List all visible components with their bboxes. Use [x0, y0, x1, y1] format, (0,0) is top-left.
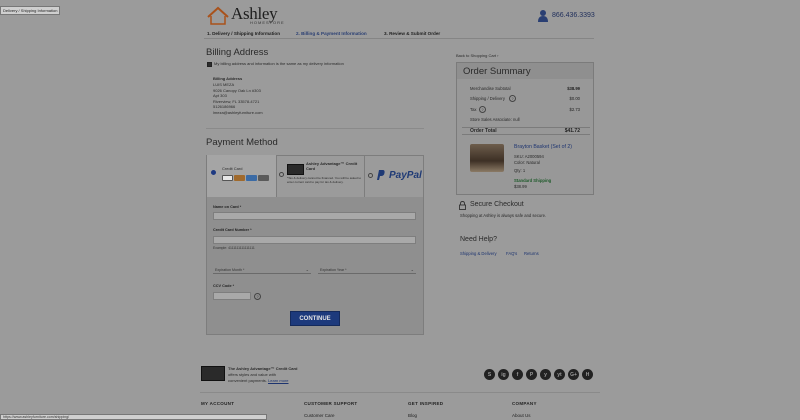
- instagram-icon[interactable]: ig: [498, 369, 509, 380]
- cvv-label: CCV Code *: [213, 284, 235, 288]
- paypal-icon: [377, 170, 385, 180]
- secure-checkout-title: Secure Checkout: [470, 201, 524, 208]
- google-plus-icon[interactable]: G+: [568, 369, 579, 380]
- expiration-year-value: Expiration Year *: [320, 268, 347, 272]
- order-total-value: $41.72: [564, 128, 580, 134]
- card-number-input[interactable]: [213, 236, 416, 244]
- tax-value: $2.73: [569, 107, 580, 112]
- name-on-card-label: Name on Card *: [213, 205, 242, 209]
- order-total-label: Order Total: [470, 128, 497, 134]
- billing-line: lmeza@ashleyfurniture.com: [213, 109, 263, 115]
- subtotal-label: Merchandise Subtotal: [470, 86, 511, 91]
- status-bar-url: https://www.ashleyfurniture.com/shipping…: [0, 414, 267, 420]
- steps-divider: [204, 38, 594, 39]
- sales-associate: Store Sales Associate: null: [470, 117, 520, 122]
- learn-more-link[interactable]: Learn more: [268, 378, 288, 383]
- paypal-label: PayPal: [389, 170, 422, 181]
- footer-col-inspired: GET INSPIRED: [408, 401, 444, 406]
- product-shipping: Standard Shipping: [514, 178, 552, 183]
- footer-link-blog[interactable]: Blog: [408, 413, 417, 418]
- product-price: $38.99: [514, 184, 527, 189]
- phone-number[interactable]: 866.436.3393: [552, 12, 595, 19]
- same-as-delivery-checkbox[interactable]: [207, 62, 212, 67]
- chevron-down-icon: ⌄: [305, 267, 309, 272]
- ashley-card-radio[interactable]: [279, 172, 284, 177]
- subtotal-value: $38.99: [567, 86, 580, 91]
- discover-icon: [258, 175, 269, 181]
- footer-link-customer-care[interactable]: Customer Care: [304, 413, 335, 418]
- question-icon[interactable]: ?: [509, 95, 516, 102]
- ashley-card-title: Ashley Advantage™ Credit Card: [306, 161, 358, 171]
- continue-button[interactable]: CONTINUE: [290, 311, 340, 326]
- page-tooltip: Delivery / Shipping Information: [0, 6, 61, 15]
- order-summary-title: Order Summary: [463, 66, 531, 77]
- same-as-delivery-label: My billing address and information is th…: [214, 61, 344, 66]
- question-icon[interactable]: ?: [254, 293, 261, 300]
- houzz-icon[interactable]: H: [582, 369, 593, 380]
- footer-col-company: COMPANY: [512, 401, 537, 406]
- billing-line: 9026 Canopy Oak Ln #303: [213, 87, 261, 93]
- payment-title: Payment Method: [206, 137, 278, 148]
- product-color: Color: Natural: [514, 160, 540, 165]
- help-link-returns[interactable]: Returns: [524, 251, 539, 256]
- product-name[interactable]: Brayton Basket (Set of 2): [514, 144, 572, 150]
- youtube-icon[interactable]: yt: [554, 369, 565, 380]
- lock-icon: [459, 201, 466, 210]
- cvv-input[interactable]: [213, 292, 251, 300]
- expiration-year-select[interactable]: Expiration Year * ⌄: [318, 266, 416, 274]
- billing-divider: [206, 128, 424, 129]
- expiration-month-value: Expiration Month *: [215, 268, 245, 272]
- footer-card-text: offers styles and value with: [228, 372, 276, 377]
- ashley-card-note: *Tax & delivery cannot be financed. You …: [287, 176, 362, 184]
- facebook-icon[interactable]: f: [512, 369, 523, 380]
- paypal-radio[interactable]: [368, 173, 373, 178]
- card-number-example: Example: 4111111111111111: [213, 246, 255, 250]
- tax-label: Tax: [470, 107, 477, 112]
- product-sku: SKU: A2000594: [514, 154, 544, 159]
- pinterest-icon[interactable]: P: [526, 369, 537, 380]
- shipping-value: $0.00: [569, 96, 580, 101]
- footer-divider: [200, 392, 600, 393]
- help-link-shipping[interactable]: Shipping & Delivery: [460, 251, 497, 256]
- billing-title: Billing Address: [206, 47, 269, 58]
- snapchat-icon[interactable]: S: [484, 369, 495, 380]
- ashley-card-icon: [287, 164, 304, 175]
- expiration-month-select[interactable]: Expiration Month * ⌄: [213, 266, 311, 274]
- billing-address-heading: Billing Address: [213, 76, 243, 81]
- name-on-card-input[interactable]: [213, 212, 416, 220]
- visa-icon: [222, 175, 233, 181]
- credit-card-label: Credit Card: [222, 166, 243, 171]
- billing-line: 5126186966: [213, 104, 236, 109]
- product-qty: Qty: 1: [514, 168, 526, 173]
- footer-card-title: The Ashley Advantage™ Credit Card: [228, 366, 298, 371]
- chevron-down-icon: ⌄: [410, 267, 414, 272]
- product-image[interactable]: [470, 144, 504, 172]
- help-link-faq[interactable]: FAQ's: [506, 251, 517, 256]
- need-help-title: Need Help?: [460, 236, 497, 243]
- step-review: 3. Review & Submit Order: [384, 31, 441, 36]
- step-billing: 2. Billing & Payment Information: [296, 31, 367, 36]
- footer-col-support: CUSTOMER SUPPORT: [304, 401, 358, 406]
- step-delivery[interactable]: 1. Delivery / Shipping Information: [207, 31, 280, 36]
- credit-card-radio[interactable]: [211, 170, 216, 175]
- billing-line: Apt 303: [213, 93, 227, 98]
- house-logo-icon: [207, 6, 229, 25]
- brand-sub: HOMESTORE: [250, 20, 285, 25]
- secure-checkout-text: Shopping at Ashley is always safe and se…: [460, 213, 547, 218]
- shipping-label: Shipping / Delivery: [470, 96, 505, 101]
- card-number-label: Credit Card Number *: [213, 228, 252, 232]
- footer-col-account: MY ACCOUNT: [201, 401, 235, 406]
- amex-icon: [246, 175, 257, 181]
- mastercard-icon: [234, 175, 245, 181]
- footer-link-about[interactable]: About Us: [512, 413, 531, 418]
- question-icon[interactable]: ?: [479, 106, 486, 113]
- phone-icon: [538, 10, 548, 22]
- footer-card-text-2: convenient payments. Learn more: [228, 378, 289, 383]
- twitter-icon[interactable]: y: [540, 369, 551, 380]
- billing-line: Riverview, FL 33578-4721: [213, 98, 260, 104]
- ashley-card-footer-icon: [201, 366, 225, 381]
- billing-line: LUIS MEZA: [213, 82, 235, 87]
- back-to-cart-link[interactable]: Back to Shopping Cart ›: [456, 53, 498, 58]
